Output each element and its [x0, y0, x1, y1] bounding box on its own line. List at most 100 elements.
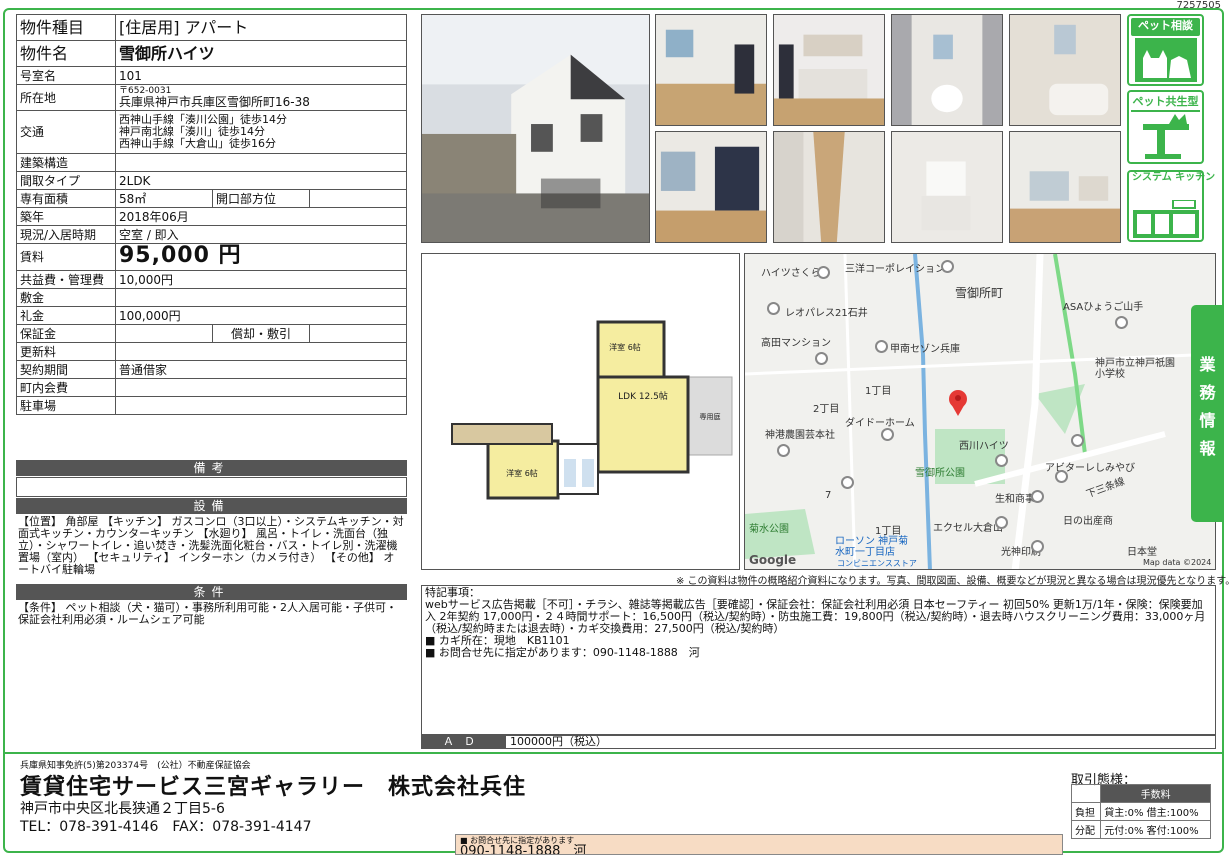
company-phone: TEL：078-391-4146 FAX：078-391-4147 [20, 819, 312, 835]
map-attribution: Map data ©2024 [1143, 558, 1212, 567]
equipment-title: 設備 [16, 498, 407, 514]
conditions-body: 【条件】 ペット相談（犬・猫可）・事務所利用可能・2人入居可能・子供可・保証会社… [18, 601, 397, 626]
map-label: 三洋コーポレイション [845, 264, 945, 275]
label: 現況/入居時期 [16, 225, 116, 244]
company-name: 賃貸住宅サービス三宮ギャラリー 株式会社兵住 [20, 775, 527, 800]
map-label: 日の出産商 [1063, 516, 1113, 527]
map-label: 7 [825, 490, 832, 501]
map-pin-icon [1031, 490, 1044, 503]
label: 町内会費 [16, 378, 116, 397]
room-label: 専用庭 [700, 412, 721, 421]
tab-char: 報 [1199, 439, 1216, 458]
map-pin-icon [777, 444, 790, 457]
label: 礼金 [16, 306, 116, 325]
google-logo: Google [749, 553, 797, 567]
room-label: LDK 12.5帖 [618, 390, 668, 402]
washroom-photo [891, 131, 1003, 243]
map-label: ASAひょうご山手 [1063, 302, 1144, 313]
pet-coexist-badge: ペット共生型 [1127, 90, 1204, 164]
floor-area: 58㎡ [115, 189, 213, 208]
opening-direction [309, 189, 407, 208]
map-label: 甲南セゾン兵庫 [890, 344, 960, 355]
label: 償却・敷引 [212, 324, 310, 343]
map-label: 西川ハイツ [959, 441, 1009, 452]
rent: 95,000 円 [119, 243, 242, 268]
map-label: エクセル大倉山 [933, 523, 1003, 534]
kitchen-icon [1133, 200, 1199, 238]
footer-divider [5, 752, 1222, 754]
parking [115, 396, 407, 415]
amortize [309, 324, 407, 343]
ad-row: ＡＤ 100000円（税込） [421, 735, 1216, 749]
map-pin-icon [1055, 470, 1068, 483]
cat-tower-icon [1143, 114, 1189, 159]
room-label: 洋室 6帖 [506, 468, 538, 478]
kitchen-photo [773, 14, 885, 126]
label: 建築構造 [16, 153, 116, 172]
exterior-photo [421, 14, 650, 243]
label: 専有面積 [16, 189, 116, 208]
address: 兵庫県神戸市兵庫区雪御所町16-38 [119, 95, 310, 109]
equipment-body: 【位置】 角部屋 【キッチン】 ガスコンロ（3口以上）・システムキッチン・対面式… [18, 515, 404, 576]
tab-char: 情 [1199, 411, 1216, 430]
living-photo [1009, 131, 1121, 243]
floor-plan-drawing: 洋室 6帖 LDK 12.5帖 洋室 6帖 専用庭 [451, 320, 733, 500]
business-info-tab[interactable]: 業 務 情 報 [1191, 305, 1224, 522]
map-label: 日本堂 [1127, 547, 1157, 558]
special-line: webサービス広告掲載［不可］・チラシ、雑誌等掲載広告［要確認］・保証会社：保証… [425, 598, 1206, 635]
remarks-body [16, 477, 407, 497]
renewal-fee [115, 342, 407, 361]
community-fee [115, 378, 407, 397]
room-number: 101 [115, 66, 407, 85]
transport-cell: 西神山手線「湊川公園」徒歩14分 神戸南北線「湊川」徒歩14分 西神山手線「大倉… [115, 110, 407, 154]
document-id: 7257505 [1176, 0, 1221, 11]
label: 共益費・管理費 [16, 270, 116, 289]
terms-table: 手数料 負担 貸主:0% 借主:100% 分配 元付:0% 客付:100% [1070, 784, 1211, 839]
map-label: 高田マンション [761, 338, 831, 349]
label: 開口部方位 [212, 189, 310, 208]
map-label: 雪御所町 [955, 286, 1004, 300]
badge-label: ペット共生型 [1132, 95, 1199, 108]
label: 賃料 [16, 243, 116, 271]
common-fee: 10,000円 [115, 270, 407, 289]
deposit [115, 288, 407, 307]
map-pin-icon [817, 266, 830, 279]
terms-row-label: 負担 [1070, 802, 1102, 821]
conditions-title: 条件 [16, 584, 407, 600]
map-label: 1丁目 [865, 386, 892, 397]
address-cell: 〒652-0031 兵庫県神戸市兵庫区雪御所町16-38 [115, 84, 407, 111]
floor-plan: 洋室 6帖 LDK 12.5帖 洋室 6帖 専用庭 [421, 253, 740, 570]
map-pin-icon [875, 340, 888, 353]
map-label: 雪御所公園 [915, 468, 965, 479]
ad-label: ＡＤ [422, 736, 506, 748]
label: 保証金 [16, 324, 116, 343]
label: 更新料 [16, 342, 116, 361]
map-pin-icon [767, 302, 780, 315]
special-notes: 特記事項： webサービス広告掲載［不可］・チラシ、雑誌等掲載広告［要確認］・保… [421, 585, 1216, 735]
area-map[interactable]: ハイツさくら 三洋コーポレイション 雪御所町 レオパレス21石井 ASAひょうご… [744, 253, 1216, 570]
inquiry-phone: 090-1148-1888 河 [460, 844, 587, 855]
system-kitchen-badge: システム キッチン [1127, 170, 1215, 242]
label: 間取タイプ [16, 171, 116, 190]
label: 駐車場 [16, 396, 116, 415]
badge-label: ペット相談 [1138, 19, 1193, 32]
map-pin-icon [941, 260, 954, 273]
key-money: 100,000円 [115, 306, 407, 325]
map-label: ハイツさくら [761, 268, 821, 279]
inquiry-box: ■ お問合せ先に指定があります 090-1148-1888 河 [455, 834, 1063, 855]
remarks-title: 備考 [16, 460, 407, 476]
label: 交通 [16, 110, 116, 154]
layout-type: 2LDK [115, 171, 407, 190]
property-table: 物件種目 [住居用] アパート 物件名 雪御所ハイツ 号室名 101 所在地 〒… [16, 14, 407, 415]
map-label: 1丁目 [875, 526, 902, 537]
special-line: ■ お問合せ先に指定があります：090-1148-1888 河 [425, 646, 700, 659]
terms-row-value: 貸主:0% 借主:100% [1100, 802, 1211, 821]
terms-row-value: 元付:0% 客付:100% [1100, 820, 1211, 839]
map-pin-icon [841, 476, 854, 489]
company-address: 神戸市中央区北長狭通２丁目5-6 [20, 801, 225, 817]
room-photo [655, 131, 767, 243]
map-pin-icon [881, 428, 894, 441]
map-label: レオパレス21石井 [785, 308, 868, 319]
label: 築年 [16, 207, 116, 226]
map-label: 生和商事 [995, 494, 1035, 505]
